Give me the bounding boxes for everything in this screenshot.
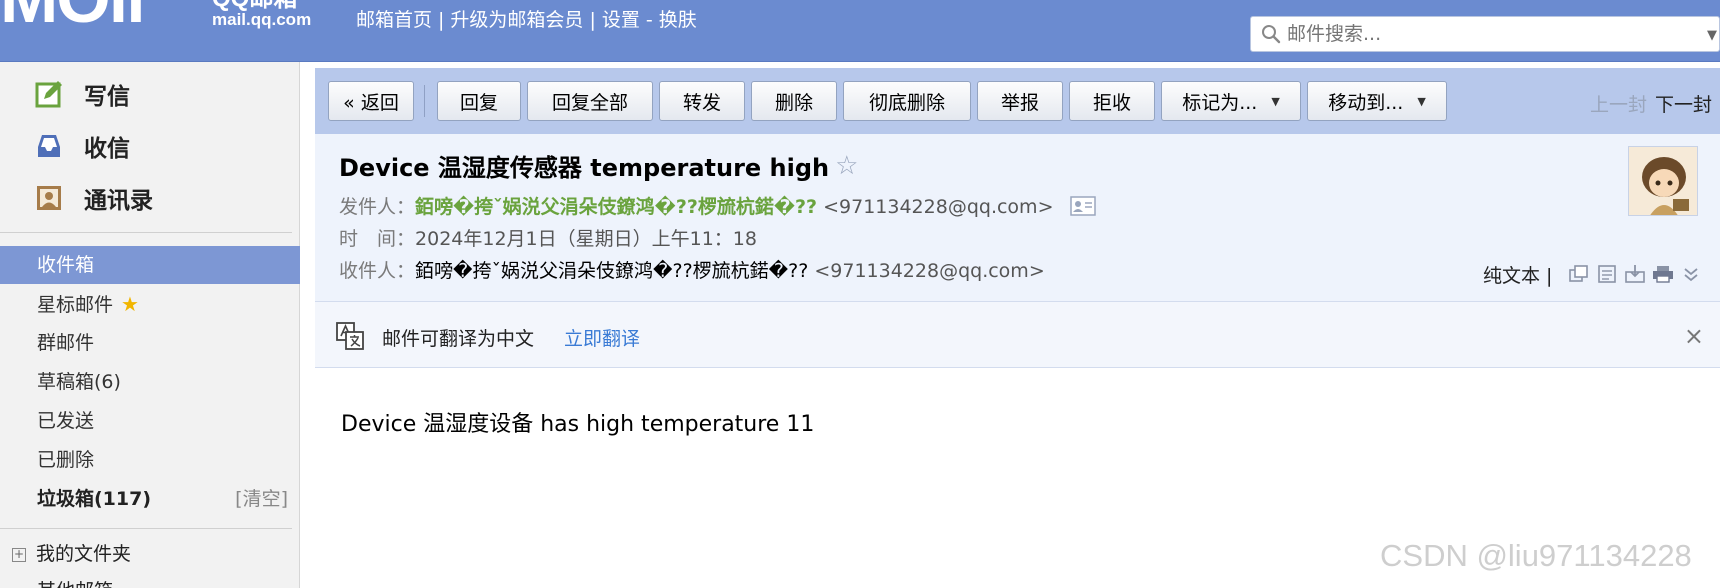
star-toggle-icon[interactable]: ☆ [835, 151, 858, 181]
folder-label: 已发送 [37, 410, 95, 432]
mail-view: « 返回 回复 回复全部 转发 删除 彻底删除 举报 拒收 标记为... ▼ 移动… [315, 68, 1720, 588]
folder-drafts[interactable]: 草稿箱(6) [0, 363, 300, 401]
top-bar: MOil QQ邮箱 mail.qq.com 邮箱首页|升级为邮箱会员|设置-换肤… [0, 0, 1720, 62]
to-row: 收件人：銆嗙�挎ˇ娲涚父涓朵伎鐐鸿�??椤旈杭鍩�?? <971134228@q… [339, 256, 1045, 283]
folder-sent[interactable]: 已发送 [0, 402, 300, 440]
time-value: 2024年12月1日（星期日）上午11：18 [415, 228, 757, 250]
my-folders[interactable]: + 我的文件夹 [12, 536, 131, 572]
time-row: 时 间：2024年12月1日（星期日）上午11：18 [339, 224, 757, 251]
other-mailboxes[interactable]: 其他邮箱 [37, 576, 113, 588]
sidebar-divider [0, 528, 292, 529]
search-box[interactable]: ▼ [1250, 16, 1720, 52]
recipient-name[interactable]: 銆嗙�挎ˇ娲涚父涓朵伎鐐鸿�??椤旈杭鍩�?? [415, 260, 808, 282]
contacts-link[interactable]: 通讯录 [34, 178, 153, 218]
folder-label: 群邮件 [37, 332, 95, 354]
nav-skin[interactable]: 换肤 [659, 9, 697, 31]
contacts-label: 通讯录 [84, 188, 153, 214]
folder-group-mail[interactable]: 群邮件 [0, 324, 300, 362]
reply-all-button[interactable]: 回复全部 [527, 81, 653, 121]
translate-now-link[interactable]: 立即翻译 [564, 324, 640, 351]
compose-icon [35, 81, 62, 108]
translate-prompt: 邮件可翻译为中文 [382, 328, 535, 350]
reject-button[interactable]: 拒收 [1069, 81, 1155, 121]
from-label: 发件人： [339, 196, 416, 218]
delete-button[interactable]: 删除 [751, 81, 837, 121]
clear-spam-link[interactable]: [清空] [235, 480, 288, 518]
mail-logo[interactable]: MOil [0, 0, 146, 33]
download-icon[interactable] [1624, 264, 1646, 284]
contact-card-icon[interactable] [1069, 196, 1096, 216]
folder-label: 垃圾箱(117) [37, 488, 152, 510]
forward-button[interactable]: 转发 [659, 81, 745, 121]
nav-separator: | [589, 9, 596, 31]
document-icon[interactable] [1596, 264, 1618, 284]
to-label: 收件人： [339, 260, 416, 282]
mail-toolbar: « 返回 回复 回复全部 转发 删除 彻底删除 举报 拒收 标记为... ▼ 移动… [315, 68, 1720, 134]
search-icon [1262, 25, 1281, 44]
folder-spam[interactable]: 垃圾箱(117) [清空] [0, 480, 300, 518]
recipient-address[interactable]: <971134228@qq.com> [814, 260, 1044, 282]
nav-settings[interactable]: 设置 [602, 9, 640, 31]
folder-label: 草稿箱(6) [37, 371, 121, 393]
permanent-delete-button[interactable]: 彻底删除 [843, 81, 971, 121]
avatar-image [1629, 147, 1697, 215]
next-mail-link[interactable]: 下一封 [1655, 94, 1712, 116]
time-label: 时 间： [339, 228, 416, 250]
translate-bar: 邮件可翻译为中文 立即翻译 × [315, 302, 1720, 368]
receive-label: 收信 [84, 136, 130, 162]
top-nav: 邮箱首页 | 升级为邮箱会员 | 设置 - 换肤 [356, 5, 697, 32]
plain-text-link[interactable]: 纯文本 | [1483, 261, 1552, 288]
translate-icon [336, 322, 364, 350]
contacts-icon [37, 186, 61, 210]
move-to-dropdown[interactable]: 移动到... ▼ [1307, 81, 1447, 121]
expand-more-icon[interactable] [1680, 264, 1702, 284]
my-folders-label: 我的文件夹 [36, 543, 132, 565]
header-action-icons [1568, 264, 1702, 284]
print-icon[interactable] [1652, 264, 1674, 284]
folder-starred[interactable]: 星标邮件 ★ [0, 285, 300, 323]
new-window-icon[interactable] [1568, 264, 1590, 284]
mail-header: Device 温湿度传感器 temperature high ☆ 发件人：銆嗙�… [315, 134, 1720, 302]
compose-label: 写信 [84, 84, 130, 110]
mail-body: Device 温湿度设备 has high temperature 11 [341, 412, 815, 437]
star-icon: ★ [121, 292, 139, 316]
folder-label: 星标邮件 [37, 294, 114, 316]
sidebar: 写信 收信 通讯录 收件箱 星标邮件 ★ 群邮件 草稿箱(6) 已发送 已删除 垃… [0, 62, 300, 588]
watermark: CSDN @liu971134228 [1380, 538, 1692, 573]
mail-subject: Device 温湿度传感器 temperature high ☆ [339, 148, 858, 183]
site-url: mail.qq.com [212, 10, 312, 29]
receive-link[interactable]: 收信 [34, 126, 130, 166]
sidebar-divider [0, 232, 292, 233]
move-to-label: 移动到... [1328, 91, 1404, 114]
sender-address[interactable]: <971134228@qq.com> [823, 196, 1053, 218]
back-button[interactable]: « 返回 [328, 81, 414, 121]
sender-name[interactable]: 銆嗙�挎ˇ娲涚父涓朵伎鐐鸿�??椤旈杭鍩�?? [415, 196, 817, 218]
report-button[interactable]: 举报 [977, 81, 1063, 121]
nav-separator: | [438, 9, 445, 31]
nav-dash: - [645, 9, 653, 31]
chevron-down-icon: ▼ [1417, 94, 1426, 108]
nav-mail-home[interactable]: 邮箱首页 [356, 9, 432, 31]
compose-link[interactable]: 写信 [34, 74, 130, 114]
reply-button[interactable]: 回复 [437, 81, 521, 121]
folder-inbox[interactable]: 收件箱 [0, 246, 300, 284]
folder-deleted[interactable]: 已删除 [0, 441, 300, 479]
mark-as-dropdown[interactable]: 标记为... ▼ [1161, 81, 1301, 121]
folder-label: 收件箱 [37, 254, 95, 276]
toolbar-divider [424, 85, 425, 117]
prev-mail-link[interactable]: 上一封 [1590, 94, 1647, 116]
sender-avatar[interactable] [1628, 146, 1698, 216]
folder-label: 已删除 [37, 449, 95, 471]
search-dropdown-icon[interactable]: ▼ [1707, 28, 1717, 43]
mark-as-label: 标记为... [1182, 91, 1258, 114]
expand-icon[interactable]: + [12, 548, 26, 562]
search-input[interactable] [1287, 20, 1687, 48]
prev-next-nav: 上一封 下一封 [1590, 90, 1712, 117]
inbox-tray-icon [38, 135, 60, 157]
close-icon[interactable]: × [1684, 322, 1704, 350]
from-row: 发件人：銆嗙�挎ˇ娲涚父涓朵伎鐐鸿�??椤旈杭鍩�?? <971134228@q… [339, 192, 1096, 219]
subject-text: Device 温湿度传感器 temperature high [339, 154, 830, 182]
nav-upgrade[interactable]: 升级为邮箱会员 [450, 9, 583, 31]
chevron-down-icon: ▼ [1271, 94, 1280, 108]
